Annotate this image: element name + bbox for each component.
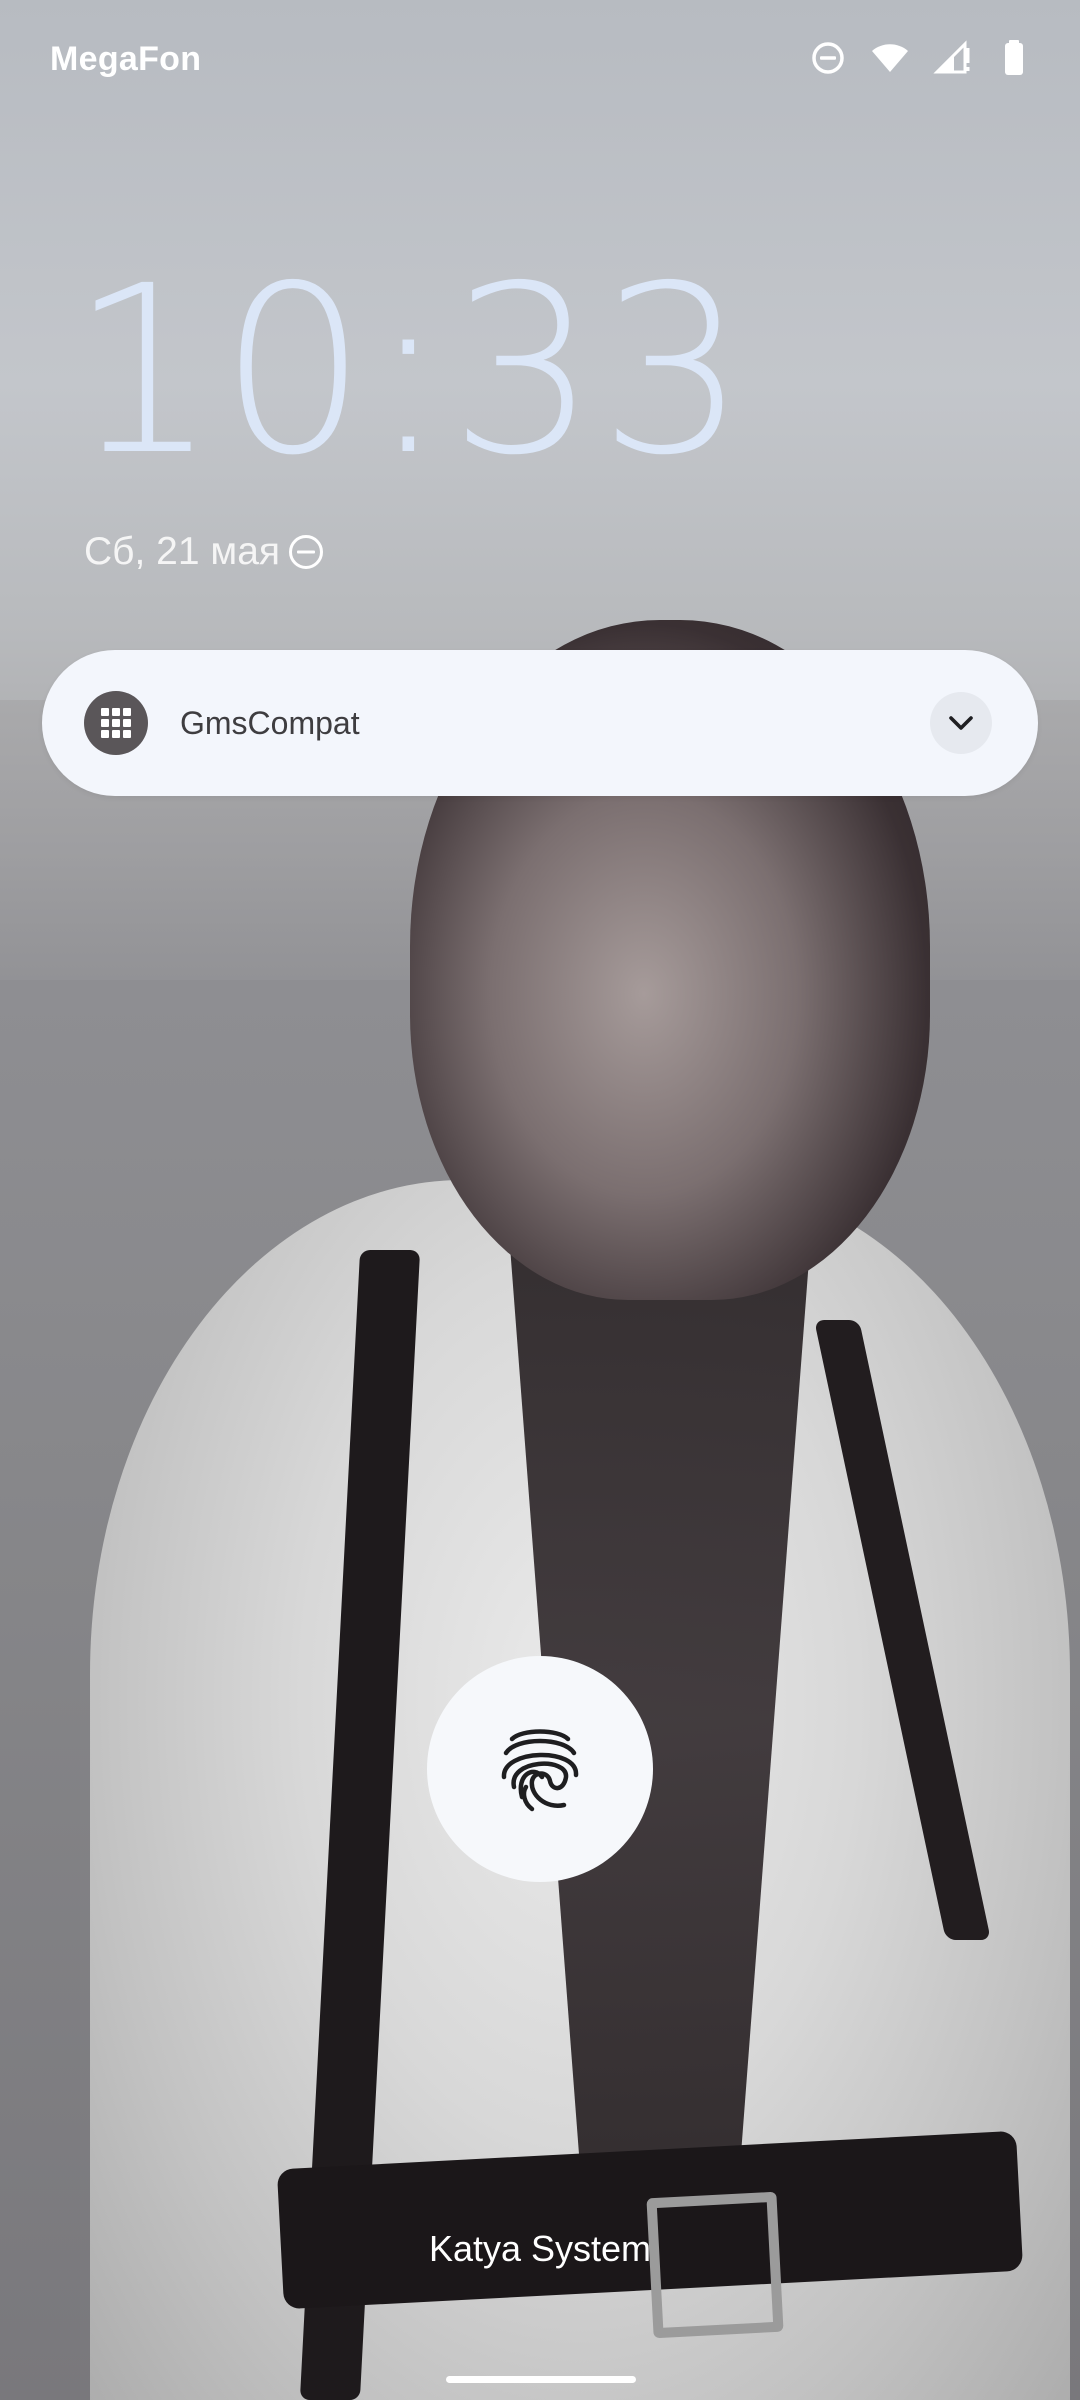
cellular-signal-icon	[933, 40, 970, 74]
lock-screen: MegaFon 10:33 Сб, 21 мая GmsCompat Katya…	[0, 0, 1080, 2400]
grid-icon	[84, 691, 148, 755]
fingerprint-unlock-button[interactable]	[427, 1656, 653, 1882]
battery-icon	[1005, 40, 1023, 75]
lockscreen-clock: 10:33	[70, 236, 749, 506]
do-not-disturb-icon	[812, 42, 844, 74]
wifi-icon	[872, 44, 908, 72]
owner-info: Katya System	[428, 2228, 652, 2269]
date-row[interactable]: Сб, 21 мая	[84, 530, 326, 574]
fingerprint-icon	[501, 1729, 579, 1812]
status-icons	[808, 38, 1034, 78]
status-bar: MegaFon	[0, 0, 1080, 120]
lockscreen-date: Сб, 21 мая	[84, 530, 281, 573]
do-not-disturb-icon	[289, 535, 324, 569]
chevron-down-icon	[949, 716, 973, 730]
expand-notification-button[interactable]	[930, 692, 992, 754]
carrier-name: MegaFon	[50, 40, 202, 78]
notification-card[interactable]: GmsCompat	[42, 650, 1038, 796]
notification-app-name: GmsCompat	[180, 704, 360, 741]
home-gesture-bar[interactable]	[446, 2376, 636, 2383]
